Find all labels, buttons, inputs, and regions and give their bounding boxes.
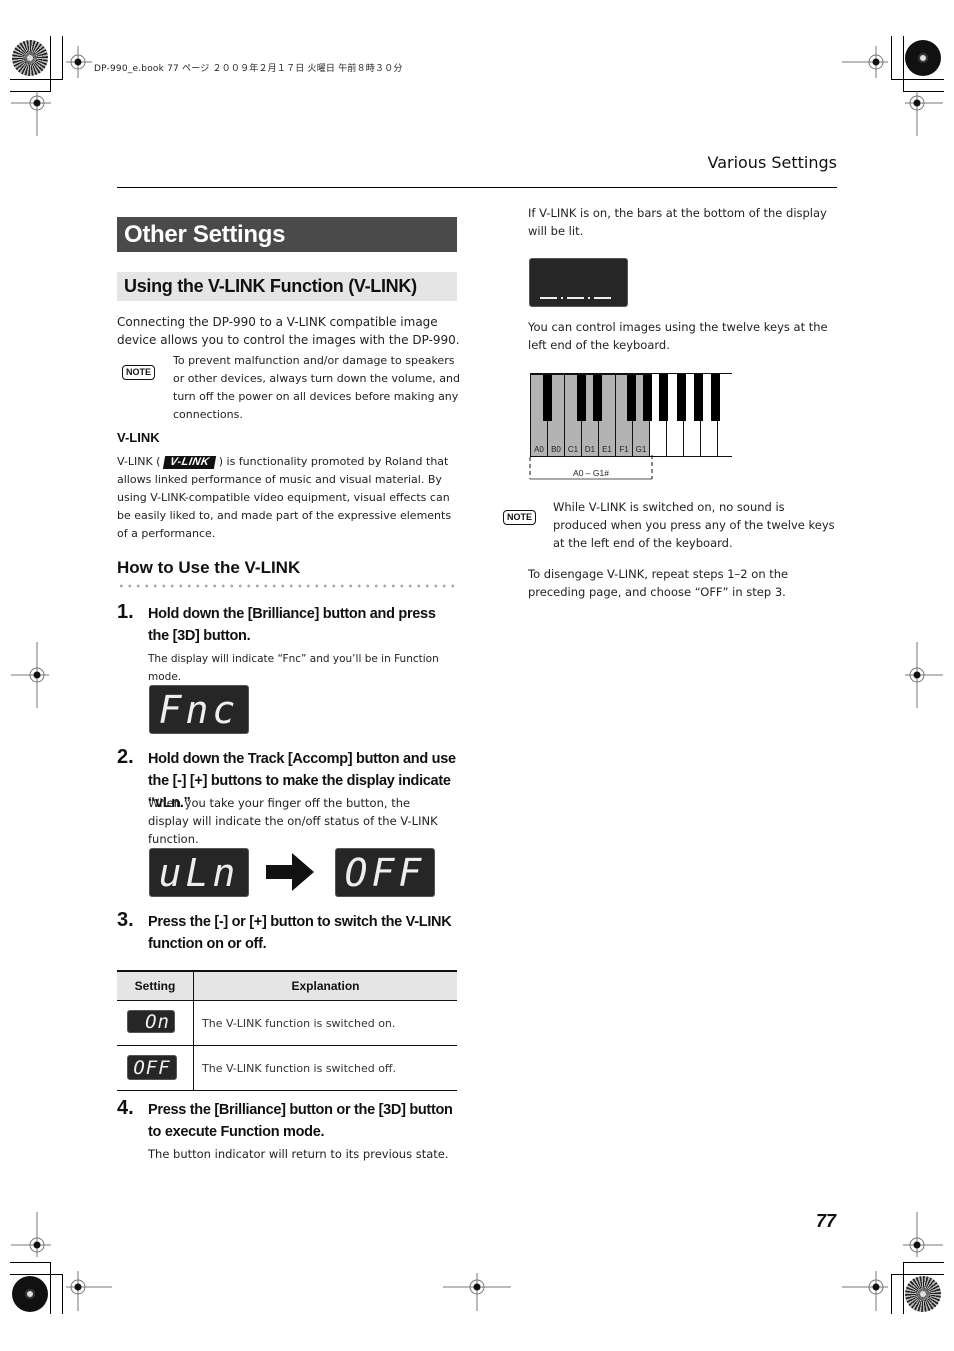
- step-description: The display will indicate “Fnc” and you’…: [148, 653, 439, 683]
- registration-target-icon: [903, 1212, 943, 1257]
- registration-target-icon: [11, 642, 49, 708]
- step-number: 4.: [117, 1097, 134, 1119]
- black-key: [627, 374, 636, 421]
- black-key: [659, 374, 668, 421]
- howto-heading: How to Use the V-LINK: [117, 558, 301, 577]
- lcd-display-bars: [529, 258, 628, 307]
- registration-target-icon: [842, 46, 888, 78]
- lcd-display-fnc: Fnc: [149, 685, 249, 734]
- column-header: Explanation: [193, 970, 457, 1001]
- header-rule: [117, 187, 837, 188]
- setting-cell: On: [117, 1000, 194, 1046]
- registration-target-icon: [11, 91, 51, 136]
- vlink-description: V-LINK ( V-LINK ) is functionality promo…: [117, 453, 462, 543]
- note-label: NOTE: [503, 510, 537, 525]
- registration-target-icon: [66, 1271, 112, 1311]
- step-number: 1.: [117, 601, 134, 623]
- lit-bars-icon: [540, 297, 611, 299]
- note-text: To prevent malfunction and/or damage to …: [173, 354, 460, 421]
- key-label: A0: [534, 445, 544, 454]
- lit-text: If V-LINK is on, the bars at the bottom …: [528, 206, 827, 238]
- black-key: [711, 374, 720, 421]
- note-text: While V-LINK is switched on, no sound is…: [553, 500, 835, 550]
- vlink-heading: V-LINK: [117, 430, 160, 445]
- explanation-cell: The V-LINK function is switched on.: [193, 1000, 457, 1046]
- registration-target-icon: [905, 91, 943, 136]
- settings-table: Setting Explanation On The V-LINK functi…: [117, 970, 457, 1091]
- registration-target-icon: [842, 1271, 888, 1311]
- right-arrow-icon: [266, 853, 314, 891]
- note-icon: NOTE: [122, 360, 156, 380]
- running-head: Various Settings: [707, 153, 837, 172]
- lcd-display-vln: uLn: [149, 848, 249, 897]
- lcd-display-on: On: [127, 1010, 175, 1033]
- intro-text: Connecting the DP-990 to a V-LINK compat…: [117, 315, 460, 347]
- black-key: [643, 374, 652, 421]
- black-key: [694, 374, 703, 421]
- highlight-top-edge: [531, 373, 651, 375]
- black-key: [593, 374, 602, 421]
- control-text: You can control images using the twelve …: [528, 320, 828, 352]
- step-number: 2.: [117, 746, 134, 768]
- key-label: F1: [619, 445, 629, 454]
- disengage-text: To disengage V-LINK, repeat steps 1–2 on…: [528, 567, 789, 599]
- registration-target-icon: [11, 1212, 51, 1257]
- vlink-text-start: V-LINK (: [117, 455, 161, 468]
- registration-target-icon: [905, 642, 943, 708]
- range-label: A0 – G1#: [573, 468, 609, 478]
- page-number: 77: [815, 1211, 836, 1231]
- dotted-divider: [117, 584, 457, 588]
- setting-cell: OFF: [117, 1045, 194, 1091]
- lcd-display-off: OFF: [335, 848, 435, 897]
- registration-target-icon: [66, 46, 92, 78]
- explanation-cell: The V-LINK function is switched off.: [193, 1045, 457, 1091]
- white-key: [718, 374, 732, 456]
- black-key: [577, 374, 586, 421]
- step-title: Hold down the [Brilliance] button and pr…: [148, 606, 436, 644]
- black-key: [677, 374, 686, 421]
- table-row: On The V-LINK function is switched on.: [117, 1000, 457, 1046]
- column-header: Setting: [117, 970, 194, 1001]
- key-label: D1: [584, 445, 596, 454]
- note-label: NOTE: [122, 365, 156, 380]
- step-description: When you take your finger off the button…: [148, 796, 438, 846]
- black-key: [543, 374, 552, 421]
- step-title: Press the [-] or [+] button to switch th…: [148, 914, 452, 952]
- key-label: G1: [635, 445, 647, 454]
- registration-targets: [11, 46, 943, 1311]
- page-title: Other Settings: [117, 217, 457, 252]
- table-row: OFF The V-LINK function is switched off.: [117, 1045, 457, 1091]
- step-description: The button indicator will return to its …: [148, 1147, 449, 1161]
- key-label: E1: [602, 445, 612, 454]
- key-label: C1: [567, 445, 579, 454]
- lcd-display-off-small: OFF: [127, 1055, 177, 1080]
- step-number: 3.: [117, 909, 134, 931]
- table-header-row: Setting Explanation: [117, 970, 457, 1001]
- step-title: Press the [Brilliance] button or the [3D…: [148, 1102, 453, 1140]
- note-icon: NOTE: [503, 505, 537, 525]
- key-label: B0: [551, 445, 561, 454]
- registration-target-icon: [443, 1273, 511, 1311]
- vlink-logo-icon: V-LINK: [162, 456, 217, 469]
- keyboard-diagram: A0 B0 C1 D1 E1 F1 G1: [530, 373, 732, 457]
- section-title: Using the V-LINK Function (V-LINK): [117, 272, 457, 301]
